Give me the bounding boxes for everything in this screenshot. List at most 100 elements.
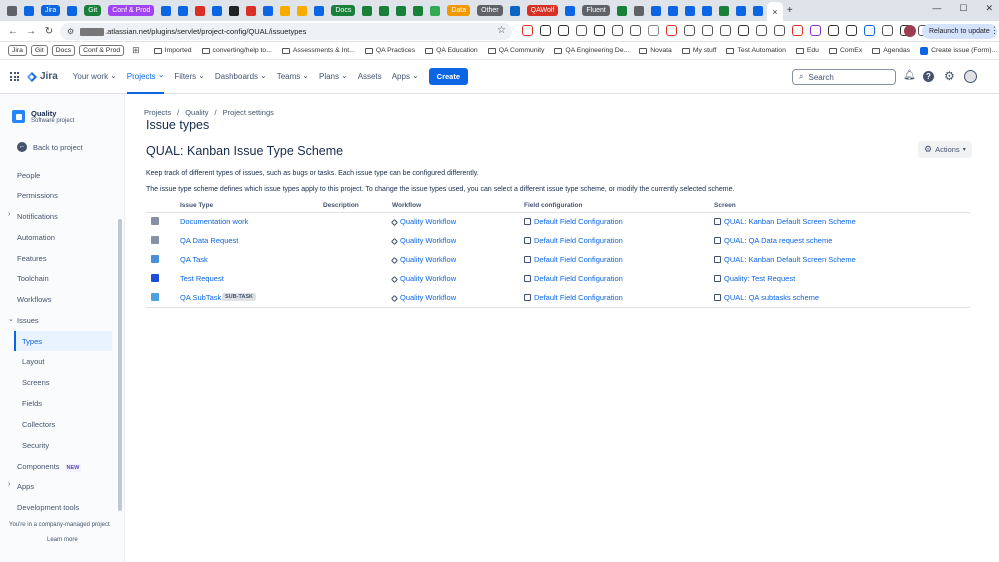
nav-projects[interactable]: Projects ⌄ [126, 60, 165, 94]
sidebar-item-automation[interactable]: Automation [17, 233, 55, 242]
extension-icon[interactable] [558, 25, 569, 36]
app-switcher-icon[interactable] [10, 72, 19, 81]
extension-icon[interactable] [720, 25, 731, 36]
extension-icon[interactable] [882, 25, 893, 36]
user-avatar[interactable] [964, 70, 977, 83]
issue-type-name[interactable]: QA Task [180, 255, 208, 264]
tab-group-label[interactable]: Fluent [582, 5, 610, 16]
tab-group-label[interactable]: Git [84, 5, 102, 16]
bookmark-folder[interactable]: Imported [153, 47, 192, 54]
maximize-icon[interactable]: ☐ [959, 3, 967, 14]
sidebar-item-apps[interactable]: Apps [17, 482, 34, 491]
chevron-right-icon[interactable]: › [8, 211, 10, 218]
browser-tab[interactable]: QAWolf [524, 2, 562, 19]
browser-tab[interactable] [682, 2, 698, 19]
extension-icon[interactable] [612, 25, 623, 36]
browser-tab[interactable] [294, 2, 310, 19]
workflow-link[interactable]: Quality Workflow [390, 236, 456, 246]
actions-button[interactable]: ⚙ Actions ▾ [918, 141, 972, 158]
browser-tab[interactable] [716, 2, 732, 19]
extension-icon[interactable] [774, 25, 785, 36]
browser-tab[interactable]: Conf & Prod [105, 2, 157, 19]
extension-icon[interactable] [828, 25, 839, 36]
browser-tab[interactable] [192, 2, 208, 19]
bookmark-folder[interactable]: QA Education [425, 47, 478, 54]
field-config-link[interactable]: Default Field Configuration [524, 274, 623, 283]
issue-type-name[interactable]: Documentation work [180, 217, 248, 226]
sidebar-item-permissions[interactable]: Permissions [17, 191, 58, 200]
url-field[interactable]: ⚙ .atlassian.net/plugins/servlet/project… [60, 23, 512, 40]
sidebar-item-features[interactable]: Features [17, 254, 47, 263]
bookmark-folder[interactable]: My stuff [681, 47, 716, 54]
browser-tab[interactable] [614, 2, 630, 19]
nav-apps[interactable]: Apps ⌄ [392, 71, 419, 82]
nav-assets[interactable]: Assets [358, 72, 382, 81]
nav-plans[interactable]: Plans ⌄ [319, 71, 348, 82]
profile-avatar[interactable] [904, 25, 916, 37]
bookmark-folder[interactable]: QA Engineering De... [554, 47, 629, 54]
back-arrow-icon[interactable]: ← [4, 26, 22, 37]
jira-logo[interactable]: Jira [27, 71, 58, 82]
bookmark-star-icon[interactable]: ☆ [497, 25, 506, 36]
nav-dashboards[interactable]: Dashboards ⌄ [215, 71, 267, 82]
project-name[interactable]: Quality [31, 109, 56, 118]
browser-tab[interactable] [507, 2, 523, 19]
learn-more-link[interactable]: Learn more [47, 537, 78, 543]
extension-icon[interactable] [630, 25, 641, 36]
workflow-link[interactable]: Quality Workflow [390, 255, 456, 265]
breadcrumb-project-settings[interactable]: Project settings [223, 108, 274, 117]
browser-tab[interactable] [311, 2, 327, 19]
screen-scheme-link[interactable]: Quality: Test Request [714, 274, 795, 283]
close-window-icon[interactable]: ✕ [985, 3, 993, 14]
nav-teams[interactable]: Teams ⌄ [277, 71, 309, 82]
reload-icon[interactable]: ↻ [40, 26, 58, 37]
forward-arrow-icon[interactable]: → [22, 26, 40, 37]
workflow-link[interactable]: Quality Workflow [390, 293, 456, 303]
field-config-link[interactable]: Default Field Configuration [524, 293, 623, 302]
chevron-down-icon[interactable]: ⌄ [8, 315, 14, 323]
sidebar-item-workflows[interactable]: Workflows [17, 295, 51, 304]
breadcrumb-quality[interactable]: Quality [185, 108, 208, 117]
screen-scheme-link[interactable]: QUAL: QA subtasks scheme [714, 293, 819, 302]
relaunch-button[interactable]: Relaunch to update [922, 24, 997, 39]
nav-your-work[interactable]: Your work ⌄ [73, 71, 117, 82]
browser-tab[interactable] [260, 2, 276, 19]
browser-tab[interactable] [750, 2, 766, 19]
bookmark-folder[interactable]: Assessments & Int... [281, 47, 355, 54]
extension-icon[interactable] [864, 25, 875, 36]
sidebar-item-people[interactable]: People [17, 171, 40, 180]
bookmark-group[interactable]: Conf & Prod [79, 45, 125, 56]
browser-tab[interactable] [427, 2, 443, 19]
chevron-right-icon[interactable]: › [8, 481, 10, 488]
extension-icon[interactable] [702, 25, 713, 36]
bookmark-folder[interactable]: ComEx [828, 47, 862, 54]
browser-tab[interactable] [175, 2, 191, 19]
settings-gear-icon[interactable]: ⚙ [944, 69, 955, 83]
bookmark-folder[interactable]: Agendas [872, 47, 910, 54]
sidebar-item-layout[interactable]: Layout [22, 357, 45, 366]
sidebar-item-screens[interactable]: Screens [22, 378, 50, 387]
workflow-link[interactable]: Quality Workflow [390, 274, 456, 284]
browser-tab[interactable] [648, 2, 664, 19]
bookmark-folder[interactable]: Novata [639, 47, 672, 54]
sidebar-scrollbar[interactable] [118, 219, 122, 511]
notifications-icon[interactable]: 🔔︎ [903, 70, 916, 81]
bookmark-group[interactable]: Git [30, 45, 48, 56]
breadcrumb-projects[interactable]: Projects [144, 108, 171, 117]
browser-tab[interactable] [699, 2, 715, 19]
browser-tab[interactable] [209, 2, 225, 19]
sidebar-item-collectors[interactable]: Collectors [22, 420, 55, 429]
new-tab-icon[interactable]: + [784, 2, 796, 19]
screen-scheme-link[interactable]: QUAL: Kanban Default Screen Scheme [714, 255, 856, 264]
browser-tab[interactable] [376, 2, 392, 19]
browser-tab[interactable] [410, 2, 426, 19]
browser-tab[interactable] [4, 2, 20, 19]
bookmark-folder[interactable]: QA Community [487, 47, 544, 54]
tab-group-label[interactable]: Docs [331, 5, 356, 16]
create-button[interactable]: Create [428, 68, 469, 85]
minimize-icon[interactable]: — [932, 3, 941, 14]
browser-tab[interactable] [158, 2, 174, 19]
sidebar-item-notifications[interactable]: Notifications [17, 212, 58, 221]
browser-tab[interactable] [393, 2, 409, 19]
extension-icon[interactable] [684, 25, 695, 36]
